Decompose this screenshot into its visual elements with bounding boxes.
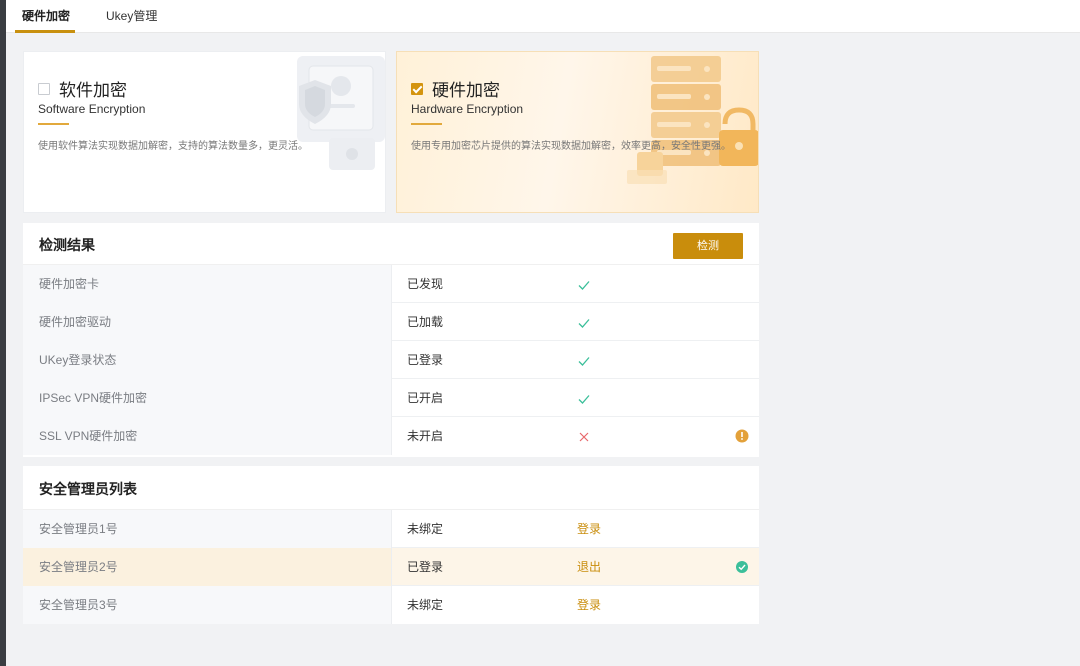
security-admin-panel: 安全管理员列表 安全管理员1号 未绑定 登录 安全管理员2号 已登录 退出 安全…	[23, 466, 759, 624]
detection-item-status: 已发现	[407, 277, 444, 291]
admin-name: 安全管理员1号	[23, 510, 392, 548]
table-row: 硬件加密卡 已发现	[23, 265, 759, 303]
admin-binding-status: 已登录	[407, 560, 444, 574]
hardware-encryption-card[interactable]: 硬件加密 Hardware Encryption 使用专用加密芯片提供的算法实现…	[396, 51, 759, 213]
software-encryption-title: 软件加密	[59, 81, 127, 100]
check-icon	[577, 379, 591, 417]
software-encryption-subtitle: Software Encryption	[38, 102, 146, 116]
admin-logout-link[interactable]: 退出	[577, 548, 601, 586]
detection-item-label: 硬件加密驱动	[23, 303, 392, 341]
table-row: 安全管理员1号 未绑定 登录	[23, 510, 759, 548]
software-encryption-checkbox[interactable]	[38, 83, 50, 95]
hardware-encryption-checkbox[interactable]	[411, 83, 423, 95]
table-row: IPSec VPN硬件加密 已开启	[23, 379, 759, 417]
check-icon	[577, 303, 591, 341]
check-icon	[577, 265, 591, 303]
table-row: 硬件加密驱动 已加载	[23, 303, 759, 341]
detection-item-label: 硬件加密卡	[23, 265, 392, 303]
hardware-encryption-subtitle: Hardware Encryption	[411, 102, 524, 116]
active-tab-indicator	[15, 30, 75, 33]
detection-item-status: 已登录	[407, 353, 444, 367]
title-accent-bar	[411, 123, 442, 125]
admin-name: 安全管理员3号	[23, 586, 392, 624]
window-edge	[0, 0, 6, 666]
security-admin-table: 安全管理员1号 未绑定 登录 安全管理员2号 已登录 退出 安全管理员3号 未绑…	[23, 510, 759, 624]
check-icon	[577, 341, 591, 379]
detection-item-status: 已开启	[407, 391, 444, 405]
admin-binding-status: 未绑定	[407, 522, 444, 536]
detection-results-title: 检测结果	[39, 237, 95, 253]
detection-item-status: 未开启	[407, 429, 444, 443]
software-encryption-card[interactable]: 软件加密 Software Encryption 使用软件算法实现数据加解密，支…	[23, 51, 386, 213]
table-row: UKey登录状态 已登录	[23, 341, 759, 379]
software-encryption-illustration	[297, 56, 385, 170]
warning-icon[interactable]	[735, 429, 749, 443]
check-circle-icon	[735, 560, 749, 574]
software-encryption-description: 使用软件算法实现数据加解密，支持的算法数量多，更灵活。	[38, 141, 308, 152]
tab-hardware-encryption[interactable]: 硬件加密	[22, 0, 70, 33]
hardware-encryption-title: 硬件加密	[432, 81, 500, 100]
cross-icon	[577, 417, 591, 455]
table-row: 安全管理员2号 已登录 退出	[23, 548, 759, 586]
security-admin-header: 安全管理员列表	[23, 466, 759, 510]
admin-binding-status: 未绑定	[407, 598, 444, 612]
detection-results-table: 硬件加密卡 已发现 硬件加密驱动 已加载 UKey登录状态 已登录 IPSec …	[23, 265, 759, 455]
admin-login-link[interactable]: 登录	[577, 586, 601, 624]
admin-name: 安全管理员2号	[23, 548, 392, 586]
hardware-encryption-illustration	[627, 56, 758, 184]
detect-button[interactable]: 检测	[673, 233, 743, 259]
detection-results-panel: 检测结果 检测 硬件加密卡 已发现 硬件加密驱动 已加载 UKey登录状态 已登…	[23, 223, 759, 457]
detection-item-status: 已加载	[407, 315, 444, 329]
admin-login-link[interactable]: 登录	[577, 510, 601, 548]
security-admin-title: 安全管理员列表	[39, 481, 137, 497]
table-row: SSL VPN硬件加密 未开启	[23, 417, 759, 455]
title-accent-bar	[38, 123, 69, 125]
detection-item-label: IPSec VPN硬件加密	[23, 379, 392, 417]
tab-bar: 硬件加密 Ukey管理	[6, 0, 1080, 33]
table-row: 安全管理员3号 未绑定 登录	[23, 586, 759, 624]
hardware-encryption-description: 使用专用加密芯片提供的算法实现数据加解密，效率更高，安全性更强。	[411, 141, 731, 152]
detection-item-label: SSL VPN硬件加密	[23, 417, 392, 455]
detection-item-label: UKey登录状态	[23, 341, 392, 379]
tab-ukey-management[interactable]: Ukey管理	[106, 0, 157, 33]
detection-results-header: 检测结果 检测	[23, 223, 759, 265]
